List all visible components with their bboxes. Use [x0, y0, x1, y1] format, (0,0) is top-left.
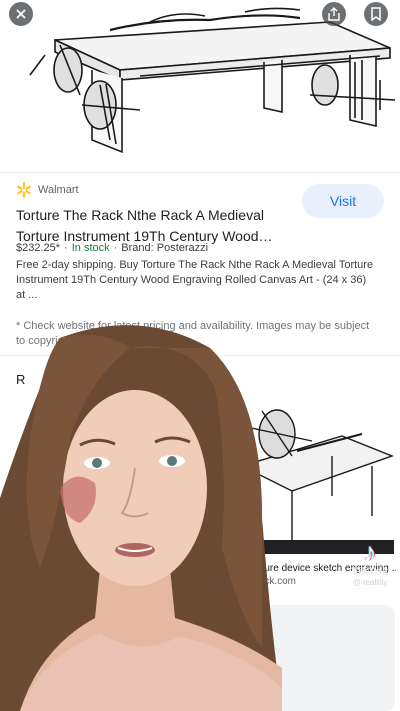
bookmark-icon [371, 7, 381, 21]
share-icon [328, 7, 340, 21]
divider [0, 172, 400, 173]
close-icon [16, 9, 26, 19]
product-description: Free 2-day shipping. Buy Torture The Rac… [16, 259, 374, 301]
creator-video-overlay [0, 325, 282, 711]
tiktok-username: @ reallilly [352, 578, 388, 587]
close-button[interactable] [9, 2, 33, 26]
source-row[interactable]: Walmart [16, 182, 79, 198]
tiktok-note-icon: ♪ [363, 537, 377, 567]
source-name: Walmart [38, 184, 79, 196]
tiktok-watermark: ♪ TikTok @ reallilly [346, 538, 394, 608]
product-image[interactable] [0, 0, 400, 172]
price: $232.25* [16, 242, 61, 254]
rack-engraving [29, 7, 396, 154]
brand: Brand: Posterazzi [121, 242, 209, 254]
walmart-spark-icon [17, 182, 31, 198]
product-meta: $232.25* · In stock · Brand: Posterazzi [16, 242, 209, 254]
bookmark-button[interactable] [364, 2, 388, 26]
stock-status: In stock [71, 242, 110, 254]
product-title[interactable]: Torture The Rack Nthe Rack A Medieval To… [16, 205, 296, 247]
share-button[interactable] [322, 2, 346, 26]
tiktok-wordmark: TikTok [351, 566, 389, 578]
visit-button[interactable]: Visit [302, 184, 384, 218]
